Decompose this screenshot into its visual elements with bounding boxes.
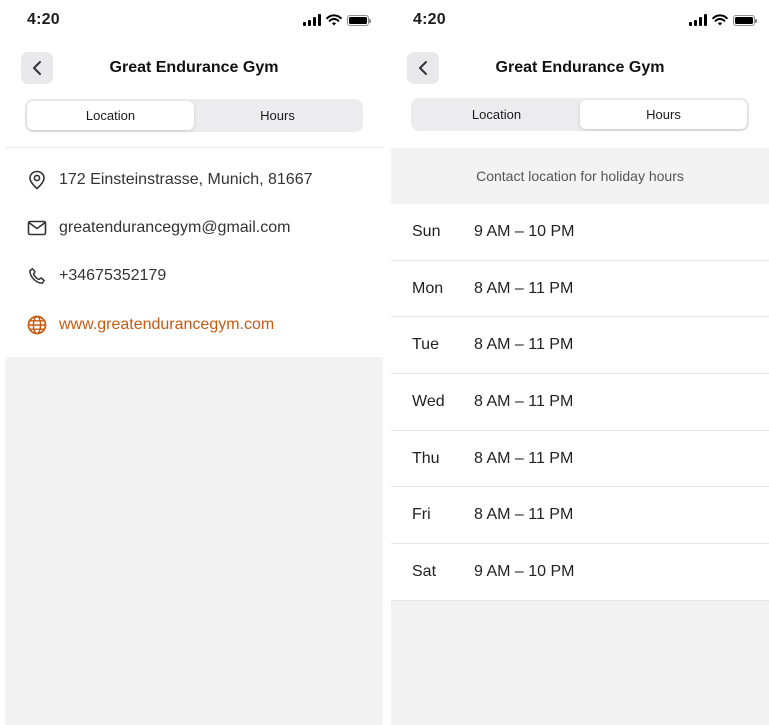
segmented-control: Location Hours	[411, 98, 749, 131]
tab-location[interactable]: Location	[27, 101, 194, 130]
status-icons	[303, 13, 371, 27]
divider	[5, 147, 383, 148]
hours-time: 9 AM – 10 PM	[474, 562, 575, 580]
phone-icon	[27, 266, 47, 286]
hours-list: Sun 9 AM – 10 PM Mon 8 AM – 11 PM Tue 8 …	[391, 204, 769, 601]
hours-day: Fri	[412, 506, 431, 524]
phone-row[interactable]: +34675352179	[27, 266, 166, 286]
hours-time: 8 AM – 11 PM	[474, 336, 574, 354]
signal-icon	[689, 14, 707, 26]
hours-time: 9 AM – 10 PM	[474, 222, 575, 240]
phone-text: +34675352179	[59, 267, 167, 284]
hours-day: Sun	[412, 222, 441, 240]
email-text: greatendurancegym@gmail.com	[59, 219, 291, 236]
location-pin-icon	[27, 170, 47, 190]
page-title: Great Endurance Gym	[495, 59, 665, 76]
wifi-icon	[326, 14, 342, 26]
hours-day: Tue	[412, 336, 439, 354]
website-row[interactable]: www.greatendurancegym.com	[27, 315, 274, 335]
hours-day: Thu	[412, 449, 440, 467]
signal-icon	[303, 14, 321, 26]
hours-time: 8 AM – 11 PM	[474, 279, 574, 297]
hours-day: Sat	[412, 562, 437, 580]
tab-hours[interactable]: Hours	[194, 101, 361, 130]
empty-area	[391, 601, 769, 725]
globe-icon	[27, 315, 47, 335]
website-link[interactable]: www.greatendurancegym.com	[59, 316, 274, 334]
hours-row-sat: Sat 9 AM – 10 PM	[391, 544, 769, 601]
hours-row-mon: Mon 8 AM – 11 PM	[391, 261, 769, 318]
nav-header: Great Endurance Gym	[5, 52, 383, 86]
page-title: Great Endurance Gym	[109, 59, 279, 76]
hours-day: Mon	[412, 279, 444, 297]
hours-time: 8 AM – 11 PM	[474, 449, 574, 467]
status-bar: 4:20	[5, 0, 383, 40]
hours-time: 8 AM – 11 PM	[474, 506, 574, 524]
location-screen: 4:20 Great Endurance Gym Location Hours	[5, 0, 383, 725]
hours-row-wed: Wed 8 AM – 11 PM	[391, 374, 769, 431]
wifi-icon	[712, 14, 728, 26]
status-bar: 4:20	[391, 0, 769, 40]
empty-area	[5, 357, 383, 725]
tab-location[interactable]: Location	[413, 100, 580, 129]
address-row[interactable]: 172 Einsteinstrasse, Munich, 81667	[27, 170, 312, 190]
holiday-hours-banner: Contact location for holiday hours	[391, 148, 769, 204]
hours-day: Wed	[412, 392, 445, 410]
status-icons	[689, 13, 757, 27]
hours-row-fri: Fri 8 AM – 11 PM	[391, 487, 769, 545]
status-time: 4:20	[413, 11, 446, 28]
mail-icon	[27, 218, 47, 238]
hours-row-thu: Thu 8 AM – 11 PM	[391, 431, 769, 488]
hours-time: 8 AM – 11 PM	[474, 392, 574, 410]
nav-header: Great Endurance Gym	[391, 52, 769, 86]
hours-row-sun: Sun 9 AM – 10 PM	[391, 204, 769, 261]
hours-row-tue: Tue 8 AM – 11 PM	[391, 317, 769, 375]
battery-icon	[347, 14, 371, 26]
battery-icon	[733, 14, 757, 26]
email-row[interactable]: greatendurancegym@gmail.com	[27, 218, 290, 238]
address-text: 172 Einsteinstrasse, Munich, 81667	[59, 171, 313, 188]
segmented-control: Location Hours	[25, 99, 363, 132]
tab-hours[interactable]: Hours	[580, 100, 747, 129]
status-time: 4:20	[27, 11, 60, 28]
hours-screen: 4:20 Great Endurance Gym Location Hours …	[391, 0, 769, 725]
